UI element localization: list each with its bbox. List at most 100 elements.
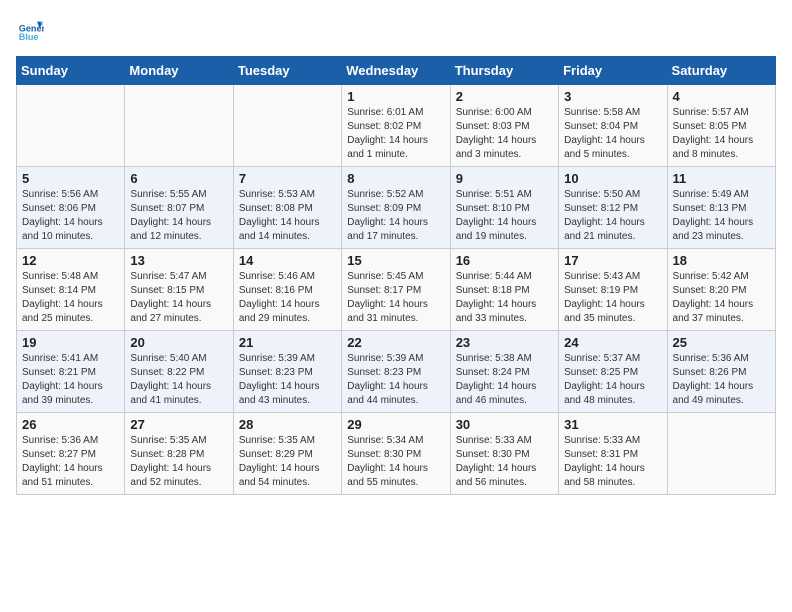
cell-info: Sunrise: 6:00 AM Sunset: 8:03 PM Dayligh… bbox=[456, 106, 553, 162]
day-number: 11 bbox=[673, 171, 770, 186]
day-number: 20 bbox=[130, 335, 227, 350]
day-number: 29 bbox=[347, 417, 444, 432]
day-number: 17 bbox=[564, 253, 661, 268]
cell-info: Sunrise: 5:34 AM Sunset: 8:30 PM Dayligh… bbox=[347, 434, 444, 490]
cell-info: Sunrise: 5:41 AM Sunset: 8:21 PM Dayligh… bbox=[22, 352, 119, 408]
weekday-header-wednesday: Wednesday bbox=[342, 57, 450, 85]
weekday-header-tuesday: Tuesday bbox=[233, 57, 341, 85]
calendar-cell: 24 Sunrise: 5:37 AM Sunset: 8:25 PM Dayli… bbox=[559, 331, 667, 413]
cell-info: Sunrise: 5:38 AM Sunset: 8:24 PM Dayligh… bbox=[456, 352, 553, 408]
cell-info: Sunrise: 5:37 AM Sunset: 8:25 PM Dayligh… bbox=[564, 352, 661, 408]
weekday-header-monday: Monday bbox=[125, 57, 233, 85]
day-number: 24 bbox=[564, 335, 661, 350]
cell-info: Sunrise: 5:46 AM Sunset: 8:16 PM Dayligh… bbox=[239, 270, 336, 326]
cell-info: Sunrise: 6:01 AM Sunset: 8:02 PM Dayligh… bbox=[347, 106, 444, 162]
day-number: 27 bbox=[130, 417, 227, 432]
cell-info: Sunrise: 5:33 AM Sunset: 8:31 PM Dayligh… bbox=[564, 434, 661, 490]
calendar-cell: 28 Sunrise: 5:35 AM Sunset: 8:29 PM Dayli… bbox=[233, 413, 341, 495]
calendar-cell: 19 Sunrise: 5:41 AM Sunset: 8:21 PM Dayli… bbox=[17, 331, 125, 413]
day-number: 28 bbox=[239, 417, 336, 432]
day-number: 23 bbox=[456, 335, 553, 350]
calendar-cell: 20 Sunrise: 5:40 AM Sunset: 8:22 PM Dayli… bbox=[125, 331, 233, 413]
calendar-cell: 5 Sunrise: 5:56 AM Sunset: 8:06 PM Daylig… bbox=[17, 167, 125, 249]
calendar-cell: 8 Sunrise: 5:52 AM Sunset: 8:09 PM Daylig… bbox=[342, 167, 450, 249]
calendar-cell: 15 Sunrise: 5:45 AM Sunset: 8:17 PM Dayli… bbox=[342, 249, 450, 331]
calendar-cell: 12 Sunrise: 5:48 AM Sunset: 8:14 PM Dayli… bbox=[17, 249, 125, 331]
day-number: 2 bbox=[456, 89, 553, 104]
day-number: 5 bbox=[22, 171, 119, 186]
day-number: 8 bbox=[347, 171, 444, 186]
cell-info: Sunrise: 5:55 AM Sunset: 8:07 PM Dayligh… bbox=[130, 188, 227, 244]
calendar-cell: 21 Sunrise: 5:39 AM Sunset: 8:23 PM Dayli… bbox=[233, 331, 341, 413]
weekday-header-sunday: Sunday bbox=[17, 57, 125, 85]
cell-info: Sunrise: 5:39 AM Sunset: 8:23 PM Dayligh… bbox=[239, 352, 336, 408]
calendar-cell: 29 Sunrise: 5:34 AM Sunset: 8:30 PM Dayli… bbox=[342, 413, 450, 495]
calendar-cell: 23 Sunrise: 5:38 AM Sunset: 8:24 PM Dayli… bbox=[450, 331, 558, 413]
day-number: 30 bbox=[456, 417, 553, 432]
weekday-header-friday: Friday bbox=[559, 57, 667, 85]
day-number: 15 bbox=[347, 253, 444, 268]
cell-info: Sunrise: 5:50 AM Sunset: 8:12 PM Dayligh… bbox=[564, 188, 661, 244]
calendar-cell: 10 Sunrise: 5:50 AM Sunset: 8:12 PM Dayli… bbox=[559, 167, 667, 249]
cell-info: Sunrise: 5:45 AM Sunset: 8:17 PM Dayligh… bbox=[347, 270, 444, 326]
calendar-cell: 14Sunrise: 5:46 AM Sunset: 8:16 PM Dayli… bbox=[233, 249, 341, 331]
cell-info: Sunrise: 5:36 AM Sunset: 8:27 PM Dayligh… bbox=[22, 434, 119, 490]
day-number: 22 bbox=[347, 335, 444, 350]
calendar-cell: 3 Sunrise: 5:58 AM Sunset: 8:04 PM Daylig… bbox=[559, 85, 667, 167]
logo-icon: General Blue bbox=[16, 16, 44, 44]
calendar-cell: 11 Sunrise: 5:49 AM Sunset: 8:13 PM Dayli… bbox=[667, 167, 775, 249]
cell-info: Sunrise: 5:35 AM Sunset: 8:28 PM Dayligh… bbox=[130, 434, 227, 490]
day-number: 25 bbox=[673, 335, 770, 350]
day-number: 7 bbox=[239, 171, 336, 186]
calendar-cell bbox=[233, 85, 341, 167]
cell-info: Sunrise: 5:44 AM Sunset: 8:18 PM Dayligh… bbox=[456, 270, 553, 326]
calendar-cell: 1 Sunrise: 6:01 AM Sunset: 8:02 PM Daylig… bbox=[342, 85, 450, 167]
day-number: 31 bbox=[564, 417, 661, 432]
day-number: 19 bbox=[22, 335, 119, 350]
cell-info: Sunrise: 5:35 AM Sunset: 8:29 PM Dayligh… bbox=[239, 434, 336, 490]
cell-info: Sunrise: 5:56 AM Sunset: 8:06 PM Dayligh… bbox=[22, 188, 119, 244]
calendar-cell: 22Sunrise: 5:39 AM Sunset: 8:23 PM Dayli… bbox=[342, 331, 450, 413]
calendar-cell: 27 Sunrise: 5:35 AM Sunset: 8:28 PM Dayli… bbox=[125, 413, 233, 495]
calendar-cell bbox=[17, 85, 125, 167]
cell-info: Sunrise: 5:48 AM Sunset: 8:14 PM Dayligh… bbox=[22, 270, 119, 326]
cell-info: Sunrise: 5:52 AM Sunset: 8:09 PM Dayligh… bbox=[347, 188, 444, 244]
day-number: 3 bbox=[564, 89, 661, 104]
weekday-header-thursday: Thursday bbox=[450, 57, 558, 85]
calendar-cell: 7 Sunrise: 5:53 AM Sunset: 8:08 PM Daylig… bbox=[233, 167, 341, 249]
calendar-cell: 30 Sunrise: 5:33 AM Sunset: 8:30 PM Dayli… bbox=[450, 413, 558, 495]
calendar-cell: 4 Sunrise: 5:57 AM Sunset: 8:05 PM Daylig… bbox=[667, 85, 775, 167]
calendar-cell bbox=[667, 413, 775, 495]
calendar-cell bbox=[125, 85, 233, 167]
calendar-cell: 16 Sunrise: 5:44 AM Sunset: 8:18 PM Dayli… bbox=[450, 249, 558, 331]
day-number: 21 bbox=[239, 335, 336, 350]
cell-info: Sunrise: 5:58 AM Sunset: 8:04 PM Dayligh… bbox=[564, 106, 661, 162]
day-number: 10 bbox=[564, 171, 661, 186]
weekday-header-saturday: Saturday bbox=[667, 57, 775, 85]
day-number: 12 bbox=[22, 253, 119, 268]
cell-info: Sunrise: 5:47 AM Sunset: 8:15 PM Dayligh… bbox=[130, 270, 227, 326]
calendar-cell: 9 Sunrise: 5:51 AM Sunset: 8:10 PM Daylig… bbox=[450, 167, 558, 249]
cell-info: Sunrise: 5:42 AM Sunset: 8:20 PM Dayligh… bbox=[673, 270, 770, 326]
day-number: 4 bbox=[673, 89, 770, 104]
calendar-cell: 13 Sunrise: 5:47 AM Sunset: 8:15 PM Dayli… bbox=[125, 249, 233, 331]
day-number: 1 bbox=[347, 89, 444, 104]
cell-info: Sunrise: 5:40 AM Sunset: 8:22 PM Dayligh… bbox=[130, 352, 227, 408]
cell-info: Sunrise: 5:57 AM Sunset: 8:05 PM Dayligh… bbox=[673, 106, 770, 162]
cell-info: Sunrise: 5:53 AM Sunset: 8:08 PM Dayligh… bbox=[239, 188, 336, 244]
logo: General Blue bbox=[16, 16, 48, 44]
calendar-cell: 25 Sunrise: 5:36 AM Sunset: 8:26 PM Dayli… bbox=[667, 331, 775, 413]
day-number: 26 bbox=[22, 417, 119, 432]
page-header: General Blue bbox=[16, 16, 776, 44]
calendar-cell: 6 Sunrise: 5:55 AM Sunset: 8:07 PM Daylig… bbox=[125, 167, 233, 249]
cell-info: Sunrise: 5:51 AM Sunset: 8:10 PM Dayligh… bbox=[456, 188, 553, 244]
cell-info: Sunrise: 5:43 AM Sunset: 8:19 PM Dayligh… bbox=[564, 270, 661, 326]
cell-info: Sunrise: 5:49 AM Sunset: 8:13 PM Dayligh… bbox=[673, 188, 770, 244]
cell-info: Sunrise: 5:36 AM Sunset: 8:26 PM Dayligh… bbox=[673, 352, 770, 408]
calendar-cell: 18Sunrise: 5:42 AM Sunset: 8:20 PM Dayli… bbox=[667, 249, 775, 331]
day-number: 16 bbox=[456, 253, 553, 268]
day-number: 6 bbox=[130, 171, 227, 186]
cell-info: Sunrise: 5:33 AM Sunset: 8:30 PM Dayligh… bbox=[456, 434, 553, 490]
day-number: 9 bbox=[456, 171, 553, 186]
day-number: 13 bbox=[130, 253, 227, 268]
